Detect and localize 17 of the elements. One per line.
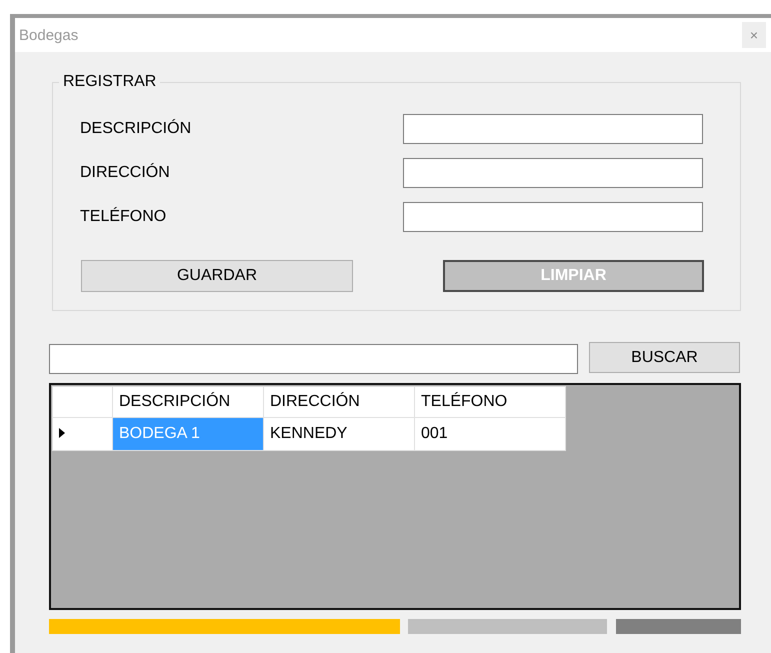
- column-header[interactable]: TELÉFONO: [414, 386, 566, 418]
- table-cell[interactable]: KENNEDY: [264, 418, 414, 450]
- window-title: Bodegas: [19, 26, 78, 44]
- group-title: REGISTRAR: [62, 73, 158, 91]
- column-header[interactable]: DESCRIPCIÓN: [112, 386, 264, 418]
- field-label: DESCRIPCIÓN: [79, 120, 192, 138]
- column-header[interactable]: DIRECCIÓN: [264, 386, 414, 418]
- field-label: TELÉFONO: [79, 208, 168, 226]
- table-cell[interactable]: 001: [414, 418, 566, 450]
- field-label: DIRECCIÓN: [79, 164, 171, 182]
- input-field[interactable]: [403, 158, 703, 188]
- search-button[interactable]: BUSCAR: [589, 342, 740, 373]
- save-button[interactable]: GUARDAR: [81, 260, 353, 292]
- input-field[interactable]: [403, 114, 703, 144]
- corner-header: [52, 386, 112, 418]
- input-field[interactable]: [403, 202, 703, 232]
- search-field[interactable]: [49, 344, 578, 374]
